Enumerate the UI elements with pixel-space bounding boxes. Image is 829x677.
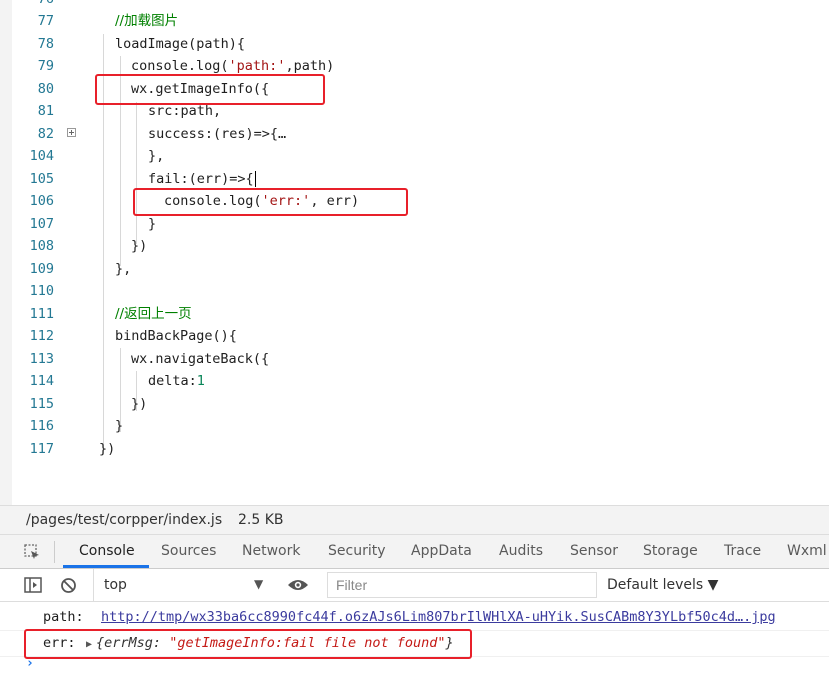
console-prompt[interactable]: › bbox=[26, 656, 34, 671]
tab-trace[interactable]: Trace bbox=[724, 543, 761, 559]
tab-wxml[interactable]: Wxml bbox=[787, 543, 827, 559]
tab-sources[interactable]: Sources bbox=[161, 543, 216, 559]
code-line: 76 bbox=[12, 0, 829, 10]
code-line: 117}) bbox=[12, 438, 829, 460]
clear-console-icon[interactable] bbox=[60, 577, 77, 594]
file-info-bar: /pages/test/corpper/index.js 2.5 KB bbox=[0, 505, 829, 535]
tab-security[interactable]: Security bbox=[328, 543, 386, 559]
line-number: 110 bbox=[29, 283, 54, 299]
code-line: 113 wx.navigateBack({ bbox=[12, 348, 829, 370]
code-line: 105 fail:(err)=>{ bbox=[12, 168, 829, 190]
tab-divider bbox=[54, 541, 55, 563]
highlight-box-err-message bbox=[24, 629, 472, 659]
line-number: 107 bbox=[29, 216, 54, 232]
code-text: bindBackPage(){ bbox=[115, 328, 237, 344]
console-output: path: http://tmp/wx33ba6cc8990fc44f.o6zA… bbox=[0, 602, 829, 677]
line-number: 112 bbox=[29, 328, 54, 344]
devtools-tab-bar: Console Sources Network Security AppData… bbox=[0, 535, 829, 569]
code-line: 111 //返回上一页 bbox=[12, 303, 829, 325]
code-text: }) bbox=[131, 238, 148, 254]
tab-appdata[interactable]: AppData bbox=[411, 543, 472, 559]
line-number: 76 bbox=[12, 0, 54, 10]
code-text: delta:1 bbox=[148, 373, 205, 389]
code-line: 77 //加载图片 bbox=[12, 10, 829, 32]
sidebar-toggle-icon[interactable] bbox=[24, 577, 42, 593]
console-toolbar: top ▼ Default levels ▼ bbox=[0, 569, 829, 602]
code-text: }, bbox=[115, 261, 132, 277]
code-text: wx.navigateBack({ bbox=[131, 351, 270, 367]
line-number: 109 bbox=[29, 261, 54, 277]
code-line: 82 success:(res)=>{… bbox=[12, 123, 829, 145]
line-number: 81 bbox=[37, 103, 54, 119]
line-number: 79 bbox=[37, 58, 54, 74]
tab-console[interactable]: Console bbox=[79, 543, 135, 559]
code-line: 104}, bbox=[12, 145, 829, 167]
code-line: 114 delta:1 bbox=[12, 370, 829, 392]
inspect-icon[interactable] bbox=[24, 544, 40, 560]
line-number: 114 bbox=[29, 373, 54, 389]
code-text: }) bbox=[131, 396, 148, 412]
code-text: }) bbox=[99, 441, 116, 457]
console-message-path: path: http://tmp/wx33ba6cc8990fc44f.o6zA… bbox=[0, 604, 829, 631]
log-url-link[interactable]: http://tmp/wx33ba6cc8990fc44f.o6zAJs6Lim… bbox=[101, 604, 776, 630]
active-tab-indicator bbox=[63, 565, 149, 568]
file-size: 2.5 KB bbox=[238, 512, 284, 528]
code-line: 78 loadImage(path){ bbox=[12, 33, 829, 55]
code-line: 115}) bbox=[12, 393, 829, 415]
code-text: loadImage(path){ bbox=[115, 36, 246, 52]
line-number: 80 bbox=[37, 81, 54, 97]
context-label: top bbox=[104, 577, 127, 593]
text-cursor bbox=[254, 171, 256, 187]
line-number: 116 bbox=[29, 418, 54, 434]
code-text: success:(res)=>{… bbox=[148, 126, 287, 142]
highlight-box-getimageinfo bbox=[95, 74, 325, 105]
tab-storage[interactable]: Storage bbox=[643, 543, 698, 559]
code-text: }, bbox=[148, 148, 165, 164]
file-path: /pages/test/corpper/index.js bbox=[26, 512, 223, 528]
fold-expand-icon[interactable] bbox=[67, 128, 76, 137]
line-number: 104 bbox=[29, 148, 54, 164]
line-number: 108 bbox=[29, 238, 54, 254]
line-number: 78 bbox=[37, 36, 54, 52]
code-text: } bbox=[148, 216, 157, 232]
context-selector[interactable]: top ▼ bbox=[93, 569, 274, 601]
code-line: 112 bindBackPage(){ bbox=[12, 325, 829, 347]
eye-icon[interactable] bbox=[287, 578, 309, 592]
comment-text: //加载图片 bbox=[115, 13, 179, 29]
tab-sensor[interactable]: Sensor bbox=[570, 543, 618, 559]
line-number: 113 bbox=[29, 351, 54, 367]
code-text: fail:(err)=>{ bbox=[148, 171, 256, 187]
code-text: } bbox=[115, 418, 124, 434]
code-line: 108}) bbox=[12, 235, 829, 257]
line-number: 115 bbox=[29, 396, 54, 412]
line-number: 105 bbox=[29, 171, 54, 187]
line-number: 106 bbox=[29, 193, 54, 209]
highlight-box-console-log-err bbox=[133, 188, 408, 216]
code-line: 107} bbox=[12, 213, 829, 235]
tab-audits[interactable]: Audits bbox=[499, 543, 543, 559]
log-key: path: bbox=[43, 609, 84, 625]
chevron-down-icon: ▼ bbox=[254, 577, 264, 591]
comment-text: //返回上一页 bbox=[115, 306, 192, 322]
code-line: 116} bbox=[12, 415, 829, 437]
code-editor[interactable]: 76 77//加载图片 78loadImage(path){ 79console… bbox=[0, 0, 829, 505]
line-number: 77 bbox=[37, 13, 54, 29]
log-levels-dropdown[interactable]: Default levels ▼ bbox=[607, 577, 718, 593]
code-line: 109}, bbox=[12, 258, 829, 280]
filter-input[interactable] bbox=[327, 572, 597, 598]
line-number: 82 bbox=[37, 126, 54, 142]
line-number: 111 bbox=[29, 306, 54, 322]
code-line: 110 bbox=[12, 280, 829, 302]
line-number: 117 bbox=[29, 441, 54, 457]
tab-network[interactable]: Network bbox=[242, 543, 300, 559]
